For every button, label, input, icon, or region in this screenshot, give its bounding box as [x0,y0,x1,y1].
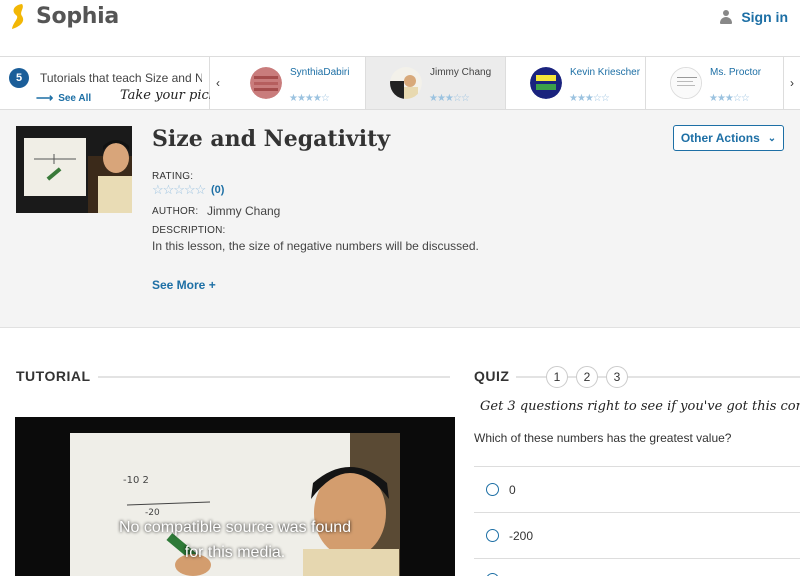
rating-count: (0) [211,184,225,196]
tutorial-count-badge: 5 [9,68,29,88]
chevron-down-icon: ⌄ [767,132,777,144]
other-actions-label: Other Actions [680,131,760,145]
arrow-right-icon: ⟶ [36,91,54,105]
strip-next-button[interactable]: › [784,57,800,109]
tutorial-card-active[interactable]: Jimmy Chang ★★★☆☆ [366,57,506,109]
tutorials-title: Tutorials that teach Size and Negativity [40,71,202,85]
site-header: Sophia Sign in [0,0,800,56]
tutorial-thumbnail [250,67,282,99]
see-all-label: See All [58,92,92,104]
tutorial-video-thumbnail[interactable] [16,126,132,213]
quiz-option[interactable]: -200 [474,512,800,558]
chevron-left-icon: ‹ [216,76,220,90]
see-all-link[interactable]: ⟶ See All [36,91,91,105]
other-actions-button[interactable]: Other Actions ⌄ [673,125,784,151]
quiz-tagline: Get 3 questions right to see if you've g… [480,399,800,414]
quiz-option-label: -200 [509,528,534,543]
tutorial-rating: ★★★☆☆ [429,93,470,104]
brand-name: Sophia [36,3,119,29]
rating-label: RATING: [152,171,194,182]
author-name: Jimmy Chang [207,204,281,218]
strip-prev-button[interactable]: ‹ [210,57,226,109]
tutorial-divider [98,376,450,378]
quiz-step-3[interactable]: 3 [606,366,628,388]
tutorial-summary: Size and Negativity Other Actions ⌄ RATI… [0,110,800,328]
description-text: In this lesson, the size of negative num… [152,239,479,253]
description-label: DESCRIPTION: [152,225,226,236]
quiz-question: Which of these numbers has the greatest … [474,431,732,445]
rating-stars[interactable]: ☆☆☆☆☆ [152,182,206,198]
quiz-step-1[interactable]: 1 [546,366,568,388]
author-label: AUTHOR: [152,206,199,217]
quiz-option-label: 0 [509,482,516,497]
tutorial-rating: ★★★☆☆ [569,93,610,104]
page-title: Size and Negativity [152,126,391,152]
sign-in-link[interactable]: Sign in [719,9,788,25]
radio-button-icon[interactable] [486,483,499,496]
svg-text:-10 2: -10 2 [123,475,149,486]
tutorial-thumbnail [530,67,562,99]
tutorial-rating: ★★★☆☆ [709,93,750,104]
quiz-option-partial[interactable] [474,558,800,576]
tutorial-thumbnail [390,67,422,99]
tutorial-thumbnail [670,67,702,99]
see-more-link[interactable]: See More + [152,278,216,292]
tutorials-strip: 5 Tutorials that teach Size and Negativi… [0,56,800,110]
tutorial-card[interactable]: Ms. Proctor ★★★☆☆ [646,57,784,109]
quiz-heading: QUIZ [474,368,510,384]
person-icon [719,10,733,24]
sophia-logo-icon [10,3,30,29]
tutorial-rating: ★★★★☆ [289,93,330,104]
tutorial-author: Kevin Kriescher [570,67,641,78]
take-your-pick-label: Take your pick: [120,88,222,103]
svg-text:-20: -20 [145,508,160,518]
tutorial-author: Jimmy Chang [430,67,492,78]
tutorial-heading: TUTORIAL [16,368,91,384]
tutorials-intro: 5 Tutorials that teach Size and Negativi… [0,57,221,109]
tutorial-author: Ms. Proctor [710,67,762,78]
sophia-logo[interactable]: Sophia [10,3,119,29]
tutorial-author: SynthiaDabiri [290,67,350,78]
quiz-option[interactable]: 0 [474,466,800,512]
tutorial-card[interactable]: SynthiaDabiri ★★★★☆ [226,57,366,109]
radio-button-icon[interactable] [486,529,499,542]
sign-in-label: Sign in [741,9,788,25]
video-error-message: No compatible source was found [118,519,352,536]
video-error-message-line2: for this media. [184,544,286,561]
video-player[interactable]: -10 2 -20 No compatible source was found… [15,417,455,576]
tutorial-card[interactable]: Kevin Kriescher ★★★☆☆ [506,57,646,109]
quiz-step-2[interactable]: 2 [576,366,598,388]
chevron-right-icon: › [790,76,794,90]
